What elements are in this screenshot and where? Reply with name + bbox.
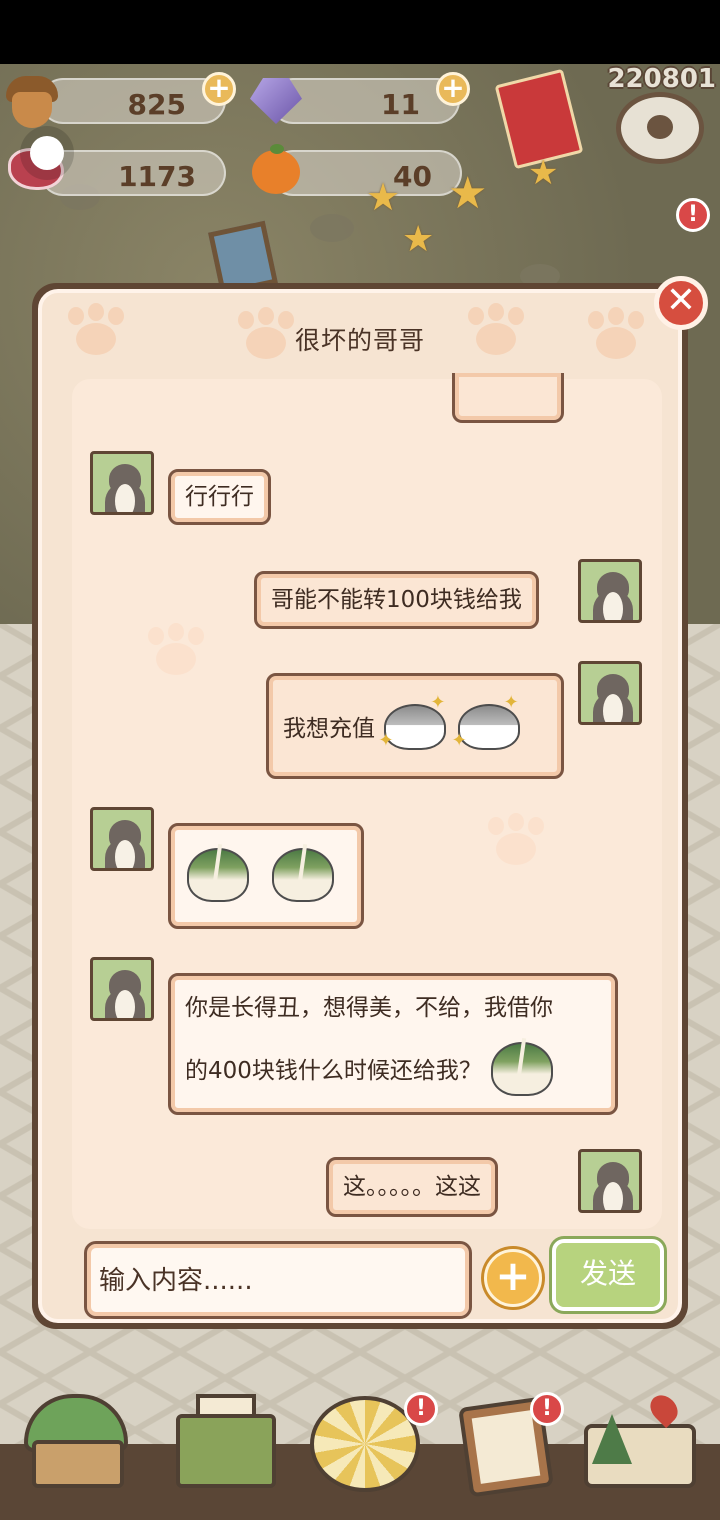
message-text-line: 的400块钱什么时候还给我？: [185, 1058, 482, 1084]
message-text: 这。。。。。这这: [343, 1174, 481, 1200]
message-bubble: 哥能不能转100块钱给我: [254, 571, 539, 629]
add-attachment-button[interactable]: +: [484, 1249, 542, 1307]
user-avatar[interactable]: [578, 1149, 642, 1213]
acorn-count: 825: [127, 88, 186, 121]
close-dialog-button[interactable]: ✕: [654, 276, 708, 330]
send-button[interactable]: 发送: [552, 1239, 664, 1311]
message-text: 哥能不能转100块钱给我: [271, 587, 522, 613]
gem-count: 11: [381, 88, 420, 121]
contact-avatar[interactable]: [90, 451, 154, 515]
version-label: 220801: [607, 64, 716, 94]
notification-badge: !: [530, 1392, 564, 1426]
star-decoration-icon: ★: [402, 219, 435, 260]
message-bubble: 我想充值 ✦ ✦ ✦ ✦: [266, 673, 564, 779]
add-acorn-button[interactable]: +: [202, 72, 236, 106]
broken-heart-bun-sticker-icon: [270, 843, 336, 904]
message-bubble: 行行行: [168, 469, 271, 525]
message-text: 行行行: [185, 484, 254, 510]
acorn-counter: 825 +: [40, 72, 236, 124]
meat-counter: 1173: [40, 150, 226, 196]
user-avatar[interactable]: [578, 661, 642, 725]
contact-avatar[interactable]: [90, 957, 154, 1021]
star-decoration-icon: ★: [528, 153, 559, 193]
star-decoration-icon: ★: [366, 175, 401, 219]
settings-gear-icon[interactable]: [616, 92, 704, 164]
home-house-icon[interactable]: [24, 1394, 136, 1494]
chat-dialog: 很坏的哥哥 行行行 哥能不能转100块钱给我 我想充值 ✦ ✦ ✦ ✦ 你是长得…: [32, 283, 688, 1329]
notification-badge: !: [676, 198, 710, 232]
message-input[interactable]: [99, 1258, 459, 1304]
chat-dialog-panel: 很坏的哥哥 行行行 哥能不能转100块钱给我 我想充值 ✦ ✦ ✦ ✦ 你是长得…: [38, 289, 682, 1323]
user-avatar[interactable]: [578, 559, 642, 623]
orange-icon: [252, 144, 300, 194]
broken-heart-bun-sticker-icon: [489, 1037, 555, 1098]
touch-indicator: [30, 136, 64, 170]
message-bubble: 你是长得丑，想得美，不给，我借你 的400块钱什么时候还给我？: [168, 973, 618, 1115]
sticker-message-bubble: [452, 373, 564, 423]
broken-heart-bun-sticker-icon: [185, 843, 251, 904]
mail-letter-icon[interactable]: [172, 1394, 284, 1494]
message-text-line: 你是长得丑，想得美，不给，我借你: [185, 995, 553, 1021]
status-bar: [0, 0, 720, 64]
chat-contact-name: 很坏的哥哥: [294, 326, 425, 355]
message-input-box: [84, 1241, 472, 1319]
meat-count: 1173: [118, 160, 196, 193]
message-text: 我想充值: [283, 716, 375, 742]
seal-sparkle-sticker-icon: ✦ ✦: [378, 692, 447, 751]
contact-avatar[interactable]: [90, 807, 154, 871]
map-icon[interactable]: [584, 1389, 696, 1494]
message-bubble: [168, 823, 364, 929]
seal-sparkle-sticker-icon: ✦ ✦: [451, 692, 520, 751]
notification-badge: !: [404, 1392, 438, 1426]
message-bubble: 这。。。。。这这: [326, 1157, 498, 1217]
add-gem-button[interactable]: +: [436, 72, 470, 106]
star-decoration-icon: ★: [448, 168, 488, 219]
